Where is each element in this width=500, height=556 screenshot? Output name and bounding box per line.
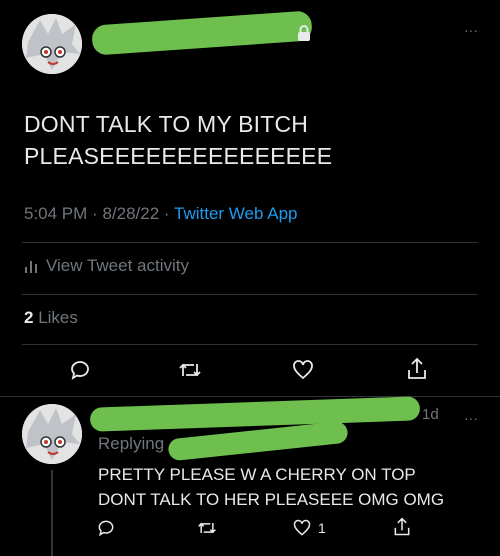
tweet-text-line2: PLEASEEEEEEEEEEEEEEE xyxy=(24,143,333,169)
thread-line xyxy=(51,470,53,556)
avatar-image xyxy=(22,404,82,464)
tweet-time[interactable]: 5:04 PM xyxy=(24,204,87,223)
reply-text: PRETTY PLEASE W A CHERRY ON TOP DONT TAL… xyxy=(98,462,444,512)
retweet-icon[interactable] xyxy=(177,358,203,387)
divider xyxy=(22,242,478,243)
tweet-text: DONT TALK TO MY BITCH PLEASEEEEEEEEEEEEE… xyxy=(24,108,332,172)
reply-text-line1: PRETTY PLEASE W A CHERRY ON TOP xyxy=(98,465,416,484)
view-tweet-activity-label: View Tweet activity xyxy=(46,256,189,275)
avatar[interactable] xyxy=(22,14,82,74)
likes-count: 2 xyxy=(24,308,34,327)
reply-like-count: 1 xyxy=(318,520,326,536)
reply-icon[interactable] xyxy=(68,358,92,387)
like-icon[interactable] xyxy=(291,358,315,387)
reply-reply-icon[interactable] xyxy=(96,518,116,543)
more-options-icon[interactable]: ··· xyxy=(464,22,478,38)
divider xyxy=(22,294,478,295)
tweet-source-link[interactable]: Twitter Web App xyxy=(174,204,297,223)
likes-count-link[interactable]: 2 Likes xyxy=(24,308,78,328)
reply-like-icon xyxy=(293,519,311,536)
reply-more-options-icon[interactable]: ··· xyxy=(464,410,478,426)
reply-timestamp[interactable]: 1d xyxy=(422,406,439,423)
reply-share-icon[interactable] xyxy=(392,516,412,543)
tweet-metadata: 5:04 PM · 8/28/22 · Twitter Web App xyxy=(24,204,297,224)
reply-like-button[interactable]: 1 xyxy=(292,518,326,538)
tweet-text-line1: DONT TALK TO MY BITCH xyxy=(24,111,309,137)
share-icon[interactable] xyxy=(405,356,429,387)
redacted-reply-username xyxy=(89,396,421,432)
replying-to: Replying xyxy=(98,434,164,454)
tweet-date[interactable]: 8/28/22 xyxy=(102,204,159,223)
reply-text-line2: DONT TALK TO HER PLEASEEE OMG OMG xyxy=(98,490,445,509)
separator: · xyxy=(163,204,170,223)
likes-label: Likes xyxy=(38,308,78,327)
lock-icon xyxy=(296,24,312,47)
view-tweet-activity-button[interactable]: View Tweet activity xyxy=(24,256,189,276)
divider xyxy=(22,344,478,345)
divider xyxy=(0,396,500,397)
reply-retweet-icon[interactable] xyxy=(196,518,218,543)
avatar-image xyxy=(22,14,82,74)
reply-avatar[interactable] xyxy=(22,404,82,464)
separator: · xyxy=(92,204,98,223)
redacted-username xyxy=(91,10,313,56)
analytics-icon xyxy=(25,261,37,273)
replying-to-label: Replying xyxy=(98,434,165,453)
